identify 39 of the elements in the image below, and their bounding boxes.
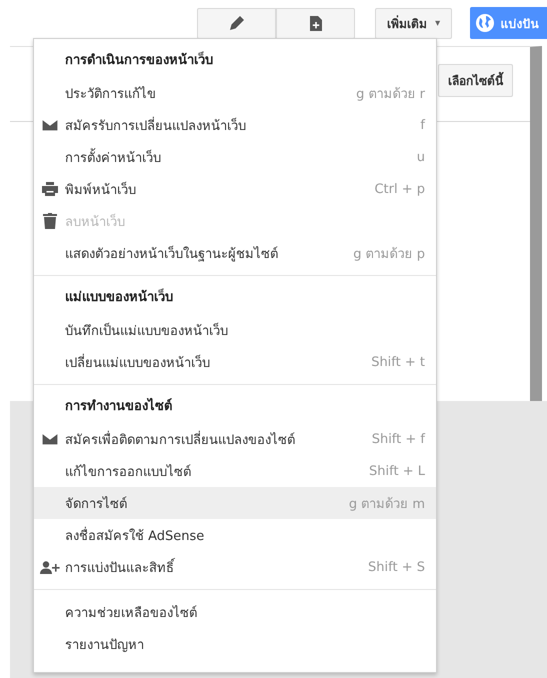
menu-item[interactable]: ประวัติการแก้ไข g ตามด้วย r (34, 77, 436, 109)
menu-item[interactable]: ลงชื่อสมัครใช้ AdSense (34, 519, 436, 551)
menu-item[interactable]: จัดการไซต์ g ตามด้วย m (34, 487, 436, 519)
pencil-icon (230, 16, 244, 30)
choose-site-button[interactable]: เลือกไซต์นี้ (438, 64, 513, 97)
person-add-icon (40, 560, 60, 574)
more-button[interactable]: เพิ่มเติม ▾ (375, 8, 452, 38)
shortcut-hint: f (420, 118, 425, 132)
shortcut-hint: g ตามด้วย m (348, 496, 425, 514)
mail-icon (42, 119, 58, 131)
mail-icon (42, 433, 58, 445)
shortcut-hint: Shift + L (369, 464, 425, 478)
menu-item[interactable]: การแบ่งปันและสิทธิ์ Shift + S (34, 551, 436, 583)
menu-item[interactable]: การตั้งค่าหน้าเว็บ u (34, 141, 436, 173)
menu-item[interactable]: แสดงตัวอย่างหน้าเว็บในฐานะผู้ชมไซต์ g ตามด้วย p (34, 237, 436, 269)
menu-item[interactable]: แก้ไขการออกแบบไซต์ Shift + L (34, 455, 436, 487)
trash-icon (42, 213, 56, 229)
menu-item[interactable]: สมัครเพื่อติดตามการเปลี่ยนแปลงของไซต์ Shift + f (34, 423, 436, 455)
shortcut-hint: Shift + t (371, 354, 425, 370)
shortcut-hint: u (416, 150, 425, 164)
shortcut-hint: Shift + f (372, 432, 425, 446)
edit-button[interactable] (197, 8, 276, 38)
new-page-icon (310, 16, 322, 30)
menu-item[interactable]: รายงานปัญหา (34, 628, 436, 660)
menu-item[interactable]: บันทึกเป็นแม่แบบของหน้าเว็บ (34, 314, 436, 346)
menu-section-header: การดำเนินการของหน้าเว็บ (64, 50, 214, 70)
menu-item[interactable]: สมัครรับการเปลี่ยนแปลงหน้าเว็บ f (34, 109, 436, 141)
new-page-button[interactable] (276, 8, 355, 38)
shortcut-hint: g ตามด้วย r (356, 86, 425, 104)
shortcut-hint: g ตามด้วย p (353, 246, 425, 264)
shortcut-hint: Shift + S (368, 560, 425, 574)
menu-section-header: การทำงานของไซต์ (64, 396, 173, 416)
menu-item[interactable]: ความช่วยเหลือของไซต์ (34, 596, 436, 628)
printer-icon (42, 182, 58, 196)
menu-section-header: แม่แบบของหน้าเว็บ (64, 288, 174, 307)
globe-icon (476, 14, 494, 32)
menu-item[interactable]: พิมพ์หน้าเว็บ Ctrl + p (34, 173, 436, 205)
shortcut-hint: Ctrl + p (374, 182, 425, 196)
menu-item[interactable]: เปลี่ยนแม่แบบของหน้าเว็บ Shift + t (34, 346, 436, 378)
